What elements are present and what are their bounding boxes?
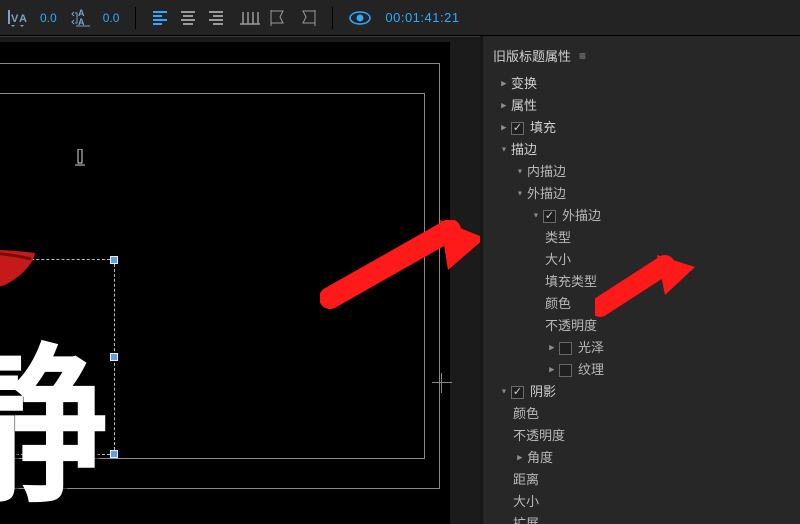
stroke-group[interactable]: 描边 <box>483 139 800 161</box>
chevron-right-icon[interactable] <box>497 117 511 139</box>
outer-stroke-group[interactable]: 外描边 添加 <box>483 183 800 205</box>
timecode-display[interactable]: 00:01:41:21 <box>385 10 459 25</box>
stroke-fill-type-row: 填充类型 实底 <box>483 271 800 293</box>
chevron-down-icon[interactable] <box>497 139 511 161</box>
kerning-value[interactable]: 0.0 <box>40 11 57 25</box>
sheen-row[interactable]: 光泽 <box>483 337 800 359</box>
panel-menu-icon[interactable]: ≡ <box>579 49 586 63</box>
leading-control[interactable]: A A 0.0 <box>71 8 120 28</box>
inner-stroke-group[interactable]: 内描边 添加 <box>483 161 800 183</box>
eye-icon <box>349 10 371 26</box>
tab-stops-icon[interactable] <box>240 10 260 26</box>
tab-marker-b-icon[interactable] <box>298 10 316 26</box>
chevron-right-icon[interactable] <box>497 73 511 95</box>
shadow-checkbox[interactable] <box>511 386 524 399</box>
title-canvas[interactable]: 静 <box>0 36 480 524</box>
align-buttons <box>152 10 226 26</box>
properties-group[interactable]: 属性 <box>483 95 800 117</box>
legacy-title-properties-panel: 旧版标题属性 ≡ 变换 属性 填充 描边 内描边 <box>480 36 800 524</box>
baseline-marker-icon <box>75 149 85 167</box>
video-preview-toggle[interactable] <box>349 10 371 26</box>
chevron-down-icon[interactable] <box>513 161 527 183</box>
stroke-size-row: 大小 10.0 <box>483 249 800 271</box>
align-center-icon[interactable] <box>180 10 198 26</box>
svg-text:A: A <box>19 13 27 25</box>
align-right-icon[interactable] <box>208 10 226 26</box>
chevron-down-icon[interactable] <box>497 381 511 403</box>
chevron-right-icon[interactable] <box>545 337 559 359</box>
outer-stroke-item[interactable]: 外描边 删除 上移 <box>483 205 800 227</box>
chevron-down-icon[interactable] <box>529 205 543 227</box>
chevron-right-icon[interactable] <box>545 359 559 381</box>
tab-buttons <box>240 10 316 26</box>
tab-marker-a-icon[interactable] <box>270 10 288 26</box>
fill-checkbox[interactable] <box>511 122 524 135</box>
divider <box>332 7 333 29</box>
transform-group[interactable]: 变换 <box>483 73 800 95</box>
kerning-icon: V A <box>8 9 30 27</box>
texture-checkbox[interactable] <box>559 364 572 377</box>
leading-icon: A A <box>71 8 93 28</box>
stroke-color-row: 颜色 <box>483 293 800 315</box>
divider <box>135 7 136 29</box>
shadow-color-row: 颜色 <box>483 403 800 425</box>
kerning-control[interactable]: V A 0.0 <box>8 9 57 27</box>
texture-row[interactable]: 纹理 <box>483 359 800 381</box>
outer-stroke-checkbox[interactable] <box>543 210 556 223</box>
title-text[interactable]: 静 <box>0 289 108 524</box>
shadow-spread-row: 扩展 <box>483 513 800 524</box>
chevron-right-icon[interactable] <box>497 95 511 117</box>
align-left-icon[interactable] <box>152 10 170 26</box>
shadow-group[interactable]: 阴影 <box>483 381 800 403</box>
chevron-down-icon[interactable] <box>513 183 527 205</box>
fill-group[interactable]: 填充 <box>483 117 800 139</box>
shadow-opacity-row: 不透明度 33 % <box>483 425 800 447</box>
shadow-angle-row[interactable]: 角度 <box>483 447 800 469</box>
leading-value[interactable]: 0.0 <box>103 11 120 25</box>
stroke-type-row: 类型 边缘 <box>483 227 800 249</box>
sheen-checkbox[interactable] <box>559 342 572 355</box>
shadow-size-row: 大小 <box>483 491 800 513</box>
chevron-right-icon[interactable] <box>513 447 527 469</box>
stroke-opacity-row: 不透明度 100 % <box>483 315 800 337</box>
svg-text:V: V <box>11 13 19 25</box>
title-toolbar: V A 0.0 A A 0.0 <box>0 0 800 36</box>
shadow-distance-row: 距离 <box>483 469 800 491</box>
panel-title: 旧版标题属性 <box>493 46 571 65</box>
